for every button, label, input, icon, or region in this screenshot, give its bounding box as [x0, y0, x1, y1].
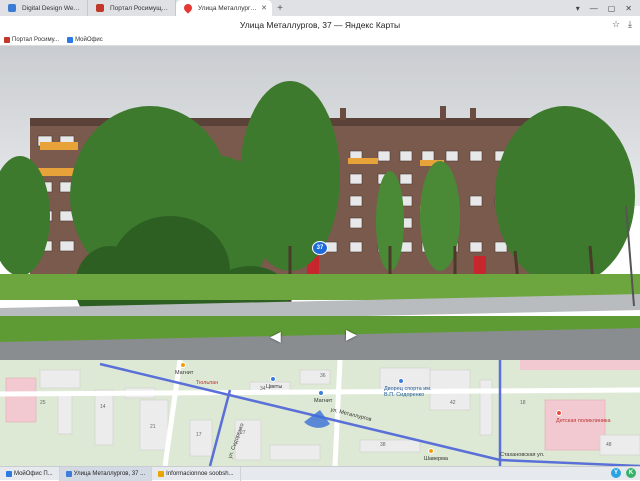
taskbar-myoffice[interactable]: МойОфис П... [0, 466, 60, 481]
map-label-sports-palace: Дворец спорта им. В.П. Сидоренко [384, 386, 432, 398]
building-number: 42 [450, 400, 456, 406]
rosimushchestvo-icon [4, 36, 10, 43]
taskbar-item-label: МойОфис П... [14, 470, 53, 477]
map-label-shawarma: Шаверма [424, 456, 448, 462]
sports-poi-icon[interactable] [398, 378, 404, 384]
bookmark-rosimushchestvo[interactable]: Портал Росиму... [0, 36, 63, 43]
keyboard-layout-tray-icon[interactable]: K [626, 468, 636, 478]
message-icon [158, 470, 165, 477]
maximize-icon[interactable]: ▢ [608, 4, 616, 13]
map-label-stakhanovskaya-street: Стахановская ул. [500, 452, 545, 458]
os-taskbar: МойОфис П... Улица Металлургов, 37 ... I… [0, 466, 640, 481]
toolbar-actions: ☆ ⤓ [612, 19, 632, 30]
digital-design-favicon-icon [8, 4, 16, 12]
system-tray: Y K [611, 468, 636, 478]
building-number: 48 [606, 442, 612, 448]
building-number: 38 [380, 442, 386, 448]
hospital-poi-icon[interactable] [556, 410, 562, 416]
building-number: 36 [320, 373, 326, 379]
flowers-poi-icon[interactable] [270, 376, 276, 382]
minimize-icon[interactable]: — [590, 4, 598, 13]
building-number: 25 [40, 400, 46, 406]
myoffice-icon [6, 470, 12, 477]
panorama-scene [0, 46, 640, 360]
address-title-bar[interactable]: Улица Металлургов, 37 — Яндекс Карты ☆ ⤓ [0, 16, 640, 34]
window-controls: ▾ — ▢ ✕ [576, 0, 640, 16]
navigate-right-arrow-icon[interactable]: ▶ [346, 326, 357, 343]
map-label-magnit-2: Магнит [314, 398, 333, 404]
house-number-marker[interactable]: 37 [312, 241, 328, 255]
navigate-left-arrow-icon[interactable]: ◀ [270, 328, 281, 345]
bookmark-myoffice[interactable]: МойОфис [63, 36, 107, 43]
mini-map[interactable]: Магнит Цветы Магнит Дворец спорта им. В.… [0, 360, 640, 466]
tab-list-icon[interactable]: ▾ [576, 4, 580, 13]
map-label-tulip: Тюльпан [196, 380, 219, 386]
shop-poi-icon[interactable] [318, 390, 324, 396]
taskbar-message[interactable]: Informacionnoe soobsh... [152, 466, 241, 481]
new-tab-button[interactable]: + [272, 0, 288, 16]
taskbar-browser[interactable]: Улица Металлургов, 37 ... [59, 466, 153, 481]
building-number: 34 [260, 386, 266, 392]
page-title: Улица Металлургов, 37 — Яндекс Карты [239, 20, 401, 30]
taskbar-item-label: Informacionnoe soobsh... [166, 470, 234, 477]
tab-rosimushchestvo[interactable]: Портал Росимущества [88, 0, 176, 16]
myoffice-icon [67, 36, 74, 43]
tab-digital-design[interactable]: Digital Design Web Client [0, 0, 88, 16]
map-pin-favicon-icon [182, 2, 194, 14]
browser-tab-strip: Digital Design Web Client Портал Росимущ… [0, 0, 640, 16]
close-window-icon[interactable]: ✕ [625, 4, 632, 13]
tab-label: Digital Design Web Client [22, 4, 82, 12]
tab-label: Портал Росимущества [110, 4, 170, 12]
building-number: 21 [150, 424, 156, 430]
tab-yandex-maps[interactable]: Улица Металлургов, 37 ... ✕ [176, 0, 272, 16]
building-number: 27 [240, 430, 246, 436]
map-label-flowers: Цветы [266, 384, 283, 390]
building-number: 17 [196, 432, 202, 438]
rosimushchestvo-favicon-icon [96, 4, 104, 12]
tab-label: Улица Металлургов, 37 ... [198, 4, 259, 12]
close-tab-icon[interactable]: ✕ [261, 4, 267, 12]
street-view-panorama[interactable]: 37 ◀ ▶ [0, 46, 640, 360]
bookmark-label: Портал Росиму... [12, 36, 60, 43]
yandex-browser-tray-icon[interactable]: Y [611, 468, 621, 478]
map-label-magnit-1: Магнит [175, 370, 194, 376]
browser-icon [65, 470, 72, 477]
map-label-clinic: Детская поликлиника [556, 418, 611, 424]
building-number: 14 [100, 404, 106, 410]
bookmarks-bar: Портал Росиму... МойОфис [0, 34, 640, 46]
building-number: 18 [520, 400, 526, 406]
taskbar-item-label: Улица Металлургов, 37 ... [73, 470, 146, 477]
food-poi-icon[interactable] [428, 448, 434, 454]
shop-poi-icon[interactable] [180, 362, 186, 368]
download-icon[interactable]: ⤓ [628, 19, 632, 30]
bookmark-star-icon[interactable]: ☆ [612, 19, 620, 30]
bookmark-label: МойОфис [75, 36, 103, 43]
